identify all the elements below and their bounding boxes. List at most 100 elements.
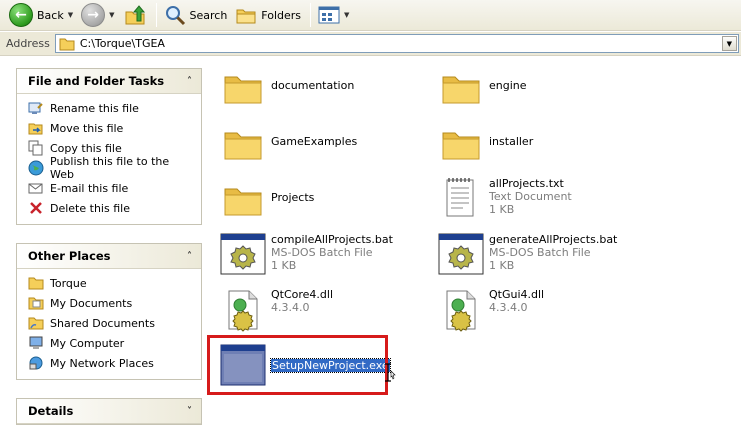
file-name: engine (489, 79, 527, 92)
search-label: Search (189, 8, 228, 22)
file-item-dll[interactable]: QtCore4.dll 4.3.4.0 (219, 285, 449, 333)
file-name: installer (489, 135, 534, 148)
back-arrow-icon: ← (9, 3, 33, 27)
folders-button[interactable]: Folders (232, 2, 304, 28)
network-places-icon (28, 355, 44, 371)
dll-file-icon (228, 290, 258, 332)
task-move[interactable]: Move this file (28, 118, 191, 138)
file-type: Text Document (489, 190, 572, 203)
task-email[interactable]: E-mail this file (28, 178, 191, 198)
other-places-panel: Other Places ˄ Torque My Documents Share… (16, 243, 202, 380)
panel-header[interactable]: File and Folder Tasks ˄ (17, 69, 201, 94)
file-item-folder[interactable]: installer (437, 121, 667, 169)
file-item-dll[interactable]: QtGui4.dll 4.3.4.0 (437, 285, 667, 333)
file-type: MS-DOS Batch File (489, 246, 591, 259)
file-name: allProjects.txt (489, 177, 564, 190)
task-label: E-mail this file (50, 181, 129, 195)
my-computer-icon (28, 335, 44, 351)
file-name: compileAllProjects.bat (271, 233, 393, 246)
folder-icon (442, 76, 480, 104)
task-label: Copy this file (50, 141, 122, 155)
text-cursor-icon (385, 363, 396, 382)
search-icon (165, 6, 185, 26)
file-version: 4.3.4.0 (271, 301, 310, 314)
back-button[interactable]: ← Back ▼ (6, 2, 76, 28)
rename-icon (28, 100, 44, 116)
task-label: Publish this file to the Web (50, 155, 170, 181)
file-size: 1 KB (489, 259, 515, 272)
views-icon (318, 6, 340, 24)
publish-web-icon (28, 160, 44, 176)
my-documents-icon (28, 295, 44, 311)
task-rename[interactable]: Rename this file (28, 98, 191, 118)
delete-icon (28, 200, 44, 216)
up-folder-button[interactable] (120, 2, 150, 28)
text-document-icon (446, 178, 474, 217)
file-size: 1 KB (271, 259, 297, 272)
place-my-computer[interactable]: My Computer (28, 333, 191, 353)
place-label: Shared Documents (50, 316, 155, 330)
batch-file-icon (220, 233, 266, 275)
up-folder-icon (125, 5, 145, 25)
panel-title: Details (28, 404, 74, 418)
panel-title: Other Places (28, 249, 111, 263)
forward-dropdown-icon[interactable]: ▼ (109, 11, 114, 19)
collapse-chevron-icon[interactable]: ˄ (187, 76, 192, 87)
file-item-folder[interactable]: engine (437, 65, 667, 113)
panel-header[interactable]: Other Places ˄ (17, 244, 201, 269)
batch-file-icon (438, 233, 484, 275)
toolbar: ← Back ▼ → ▼ Search Folders ▼ (0, 0, 741, 31)
place-shared-documents[interactable]: Shared Documents (28, 313, 191, 333)
address-field[interactable]: C:\Torque\TGEA ▼ (54, 34, 739, 53)
file-item-folder[interactable]: documentation (219, 65, 449, 113)
place-label: My Documents (50, 296, 133, 310)
views-button[interactable]: ▼ (315, 2, 352, 28)
place-label: Torque (50, 276, 87, 290)
forward-button[interactable]: → ▼ (78, 2, 117, 28)
folders-label: Folders (261, 8, 302, 22)
file-item-text[interactable]: allProjects.txt Text Document 1 KB (437, 174, 667, 222)
place-network-places[interactable]: My Network Places (28, 353, 191, 373)
toolbar-separator (310, 3, 312, 27)
folders-icon (236, 9, 256, 24)
folder-icon (59, 38, 75, 50)
place-my-documents[interactable]: My Documents (28, 293, 191, 313)
red-highlight-frame (207, 335, 388, 395)
dll-file-icon (446, 290, 476, 332)
file-size: 1 KB (489, 203, 515, 216)
place-label: My Computer (50, 336, 125, 350)
file-name: QtGui4.dll (489, 288, 545, 301)
task-label: Move this file (50, 121, 124, 135)
folder-icon (28, 275, 44, 291)
search-button[interactable]: Search (161, 2, 231, 28)
move-icon (28, 120, 44, 136)
back-dropdown-icon[interactable]: ▼ (68, 11, 73, 19)
copy-icon (28, 140, 44, 156)
task-publish-web[interactable]: Publish this file to the Web (28, 155, 191, 181)
folder-icon (224, 132, 262, 160)
file-item-folder[interactable]: GameExamples (219, 121, 449, 169)
shared-documents-icon (28, 315, 44, 331)
views-dropdown-icon[interactable]: ▼ (344, 11, 349, 19)
file-folder-tasks-panel: File and Folder Tasks ˄ Rename this file… (16, 68, 202, 225)
collapse-chevron-icon[interactable]: ˄ (187, 251, 192, 262)
task-delete[interactable]: Delete this file (28, 198, 191, 218)
file-name: documentation (271, 79, 355, 92)
file-item-batch[interactable]: generateAllProjects.bat MS-DOS Batch Fil… (437, 230, 667, 278)
details-panel: Details ˅ (16, 398, 202, 425)
panel-header[interactable]: Details ˅ (17, 399, 201, 424)
address-dropdown-icon[interactable]: ▼ (721, 36, 737, 51)
file-item-batch[interactable]: compileAllProjects.bat MS-DOS Batch File… (219, 230, 449, 278)
email-icon (28, 180, 44, 196)
file-list: documentation engine GameExamples instal… (207, 57, 741, 448)
file-name: Projects (271, 191, 315, 204)
place-label: My Network Places (50, 356, 154, 370)
folder-icon (442, 132, 480, 160)
panel-title: File and Folder Tasks (28, 74, 165, 88)
folder-icon (224, 76, 262, 104)
place-torque[interactable]: Torque (28, 273, 191, 293)
toolbar-separator (155, 3, 157, 27)
address-bar: Address C:\Torque\TGEA ▼ (0, 32, 741, 56)
file-item-folder[interactable]: Projects (219, 177, 449, 225)
expand-chevron-icon[interactable]: ˅ (187, 406, 192, 417)
